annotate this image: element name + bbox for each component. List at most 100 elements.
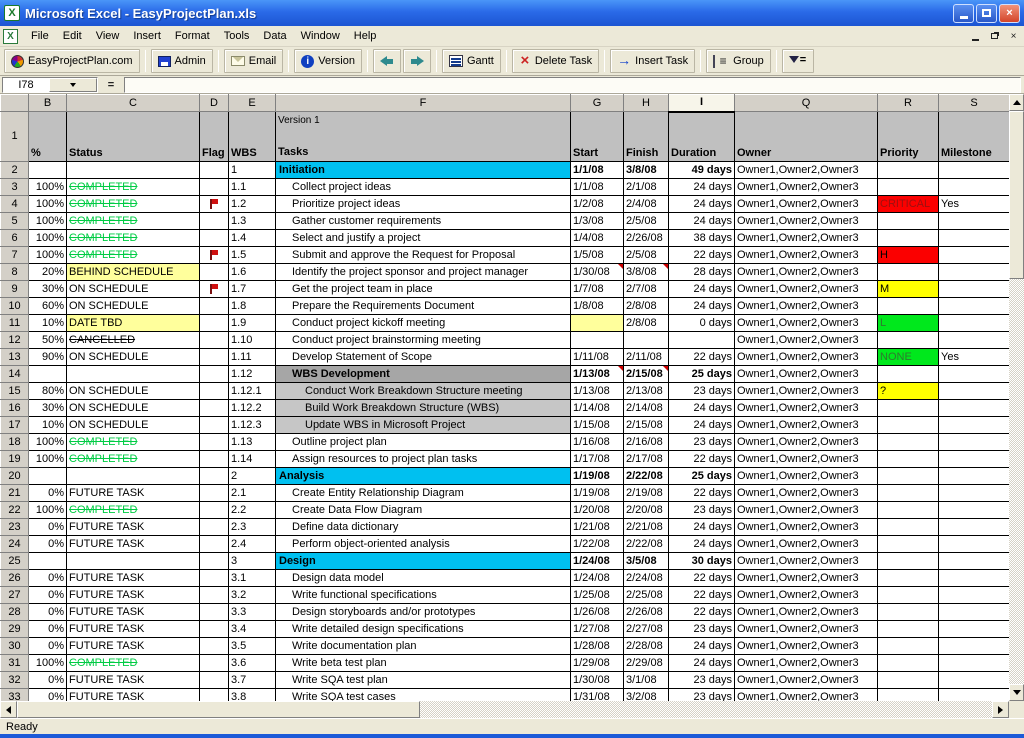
cell-owner[interactable]: Owner1,Owner2,Owner3 <box>735 264 878 281</box>
menu-window[interactable]: Window <box>294 27 347 45</box>
cell-wbs[interactable]: 3.5 <box>229 638 276 655</box>
menu-edit[interactable]: Edit <box>56 27 89 45</box>
cell-milestone[interactable] <box>939 689 1010 702</box>
cell-wbs[interactable]: 1.12.1 <box>229 383 276 400</box>
cell-milestone[interactable] <box>939 383 1010 400</box>
autofilter-button[interactable] <box>782 49 814 73</box>
cell-wbs[interactable]: 3.2 <box>229 587 276 604</box>
cell-owner[interactable]: Owner1,Owner2,Owner3 <box>735 621 878 638</box>
cell-start[interactable]: 1/21/08 <box>571 519 624 536</box>
cell-wbs[interactable]: 1.1 <box>229 179 276 196</box>
easyprojectplan-button[interactable]: EasyProjectPlan.com <box>4 49 140 73</box>
cell-priority[interactable] <box>878 298 939 315</box>
cell-pct[interactable]: 100% <box>29 247 67 264</box>
cell-task[interactable]: Prioritize project ideas <box>276 196 571 213</box>
cell-duration[interactable]: 23 days <box>669 621 735 638</box>
cell-task[interactable]: Design storyboards and/or prototypes <box>276 604 571 621</box>
cell-pct[interactable] <box>29 553 67 570</box>
cell-owner[interactable]: Owner1,Owner2,Owner3 <box>735 315 878 332</box>
cell-pct[interactable]: 90% <box>29 349 67 366</box>
cell-flag[interactable] <box>200 570 229 587</box>
cell-status[interactable] <box>67 468 200 485</box>
cell-status[interactable]: FUTURE TASK <box>67 604 200 621</box>
cell-start[interactable]: 1/24/08 <box>571 553 624 570</box>
cell-owner[interactable]: Owner1,Owner2,Owner3 <box>735 349 878 366</box>
cell-task[interactable]: Submit and approve the Request for Propo… <box>276 247 571 264</box>
cell-milestone[interactable] <box>939 417 1010 434</box>
cell-start[interactable]: 1/30/08 <box>571 672 624 689</box>
cell-owner[interactable]: Owner1,Owner2,Owner3 <box>735 230 878 247</box>
cell-wbs[interactable]: 1.14 <box>229 451 276 468</box>
cell-duration[interactable]: 24 days <box>669 638 735 655</box>
row-header-9[interactable]: 9 <box>1 281 29 298</box>
column-header-G[interactable]: G <box>571 95 624 112</box>
cell-task[interactable]: Design data model <box>276 570 571 587</box>
cell-duration[interactable] <box>669 332 735 349</box>
cell-start[interactable]: 1/5/08 <box>571 247 624 264</box>
cell-priority[interactable] <box>878 536 939 553</box>
name-box-dropdown-icon[interactable] <box>49 78 97 92</box>
cell-flag[interactable] <box>200 638 229 655</box>
cell-priority[interactable] <box>878 587 939 604</box>
cell-pct[interactable]: 60% <box>29 298 67 315</box>
cell-milestone[interactable] <box>939 536 1010 553</box>
row-header-23[interactable]: 23 <box>1 519 29 536</box>
cell-duration[interactable]: 24 days <box>669 213 735 230</box>
cell-owner[interactable]: Owner1,Owner2,Owner3 <box>735 281 878 298</box>
cell-milestone[interactable] <box>939 264 1010 281</box>
row-header-1[interactable]: 1 <box>1 112 29 162</box>
cell-flag[interactable] <box>200 689 229 702</box>
cell-status[interactable]: ON SCHEDULE <box>67 383 200 400</box>
workbook-close-button[interactable]: × <box>1005 29 1022 43</box>
cell-priority[interactable]: L <box>878 315 939 332</box>
cell-task[interactable]: Conduct Work Breakdown Structure meeting <box>276 383 571 400</box>
cell-task[interactable]: Write beta test plan <box>276 655 571 672</box>
cell-flag[interactable] <box>200 349 229 366</box>
name-box[interactable]: I78 <box>2 77 98 93</box>
cell-flag[interactable] <box>200 332 229 349</box>
cell-status[interactable]: COMPLETED <box>67 196 200 213</box>
row-header-13[interactable]: 13 <box>1 349 29 366</box>
cell-finish[interactable]: 2/4/08 <box>624 196 669 213</box>
cell-duration[interactable]: 22 days <box>669 247 735 264</box>
cell-pct[interactable] <box>29 468 67 485</box>
cell-milestone[interactable] <box>939 502 1010 519</box>
cell-duration[interactable]: 24 days <box>669 417 735 434</box>
cell-flag[interactable] <box>200 587 229 604</box>
header-finish[interactable]: Finish <box>624 112 669 162</box>
scroll-up-icon[interactable] <box>1009 94 1024 111</box>
cell-task[interactable]: Conduct project kickoff meeting <box>276 315 571 332</box>
gantt-button[interactable]: Gantt <box>442 49 501 73</box>
cell-status[interactable]: FUTURE TASK <box>67 638 200 655</box>
row-header-21[interactable]: 21 <box>1 485 29 502</box>
cell-milestone[interactable] <box>939 485 1010 502</box>
cell-finish[interactable]: 2/15/08 <box>624 366 669 383</box>
cell-flag[interactable] <box>200 196 229 213</box>
row-header-17[interactable]: 17 <box>1 417 29 434</box>
cell-wbs[interactable]: 2.3 <box>229 519 276 536</box>
cell-milestone[interactable] <box>939 298 1010 315</box>
cell-finish[interactable]: 2/21/08 <box>624 519 669 536</box>
cell-status[interactable]: FUTURE TASK <box>67 689 200 702</box>
row-header-25[interactable]: 25 <box>1 553 29 570</box>
row-header-11[interactable]: 11 <box>1 315 29 332</box>
cell-status[interactable]: ON SCHEDULE <box>67 298 200 315</box>
menu-data[interactable]: Data <box>256 27 293 45</box>
cell-finish[interactable]: 2/25/08 <box>624 587 669 604</box>
cell-duration[interactable]: 30 days <box>669 553 735 570</box>
cell-task[interactable]: Identify the project sponsor and project… <box>276 264 571 281</box>
cell-task[interactable]: Create Entity Relationship Diagram <box>276 485 571 502</box>
cell-start[interactable]: 1/8/08 <box>571 298 624 315</box>
cell-pct[interactable]: 100% <box>29 434 67 451</box>
cell-priority[interactable] <box>878 638 939 655</box>
cell-owner[interactable]: Owner1,Owner2,Owner3 <box>735 570 878 587</box>
cell-start[interactable]: 1/26/08 <box>571 604 624 621</box>
column-header-E[interactable]: E <box>229 95 276 112</box>
cell-pct[interactable]: 100% <box>29 213 67 230</box>
cell-finish[interactable]: 2/5/08 <box>624 213 669 230</box>
cell-status[interactable]: FUTURE TASK <box>67 536 200 553</box>
cell-priority[interactable] <box>878 502 939 519</box>
cell-finish[interactable]: 2/8/08 <box>624 315 669 332</box>
cell-milestone[interactable] <box>939 162 1010 179</box>
cell-duration[interactable]: 22 days <box>669 485 735 502</box>
